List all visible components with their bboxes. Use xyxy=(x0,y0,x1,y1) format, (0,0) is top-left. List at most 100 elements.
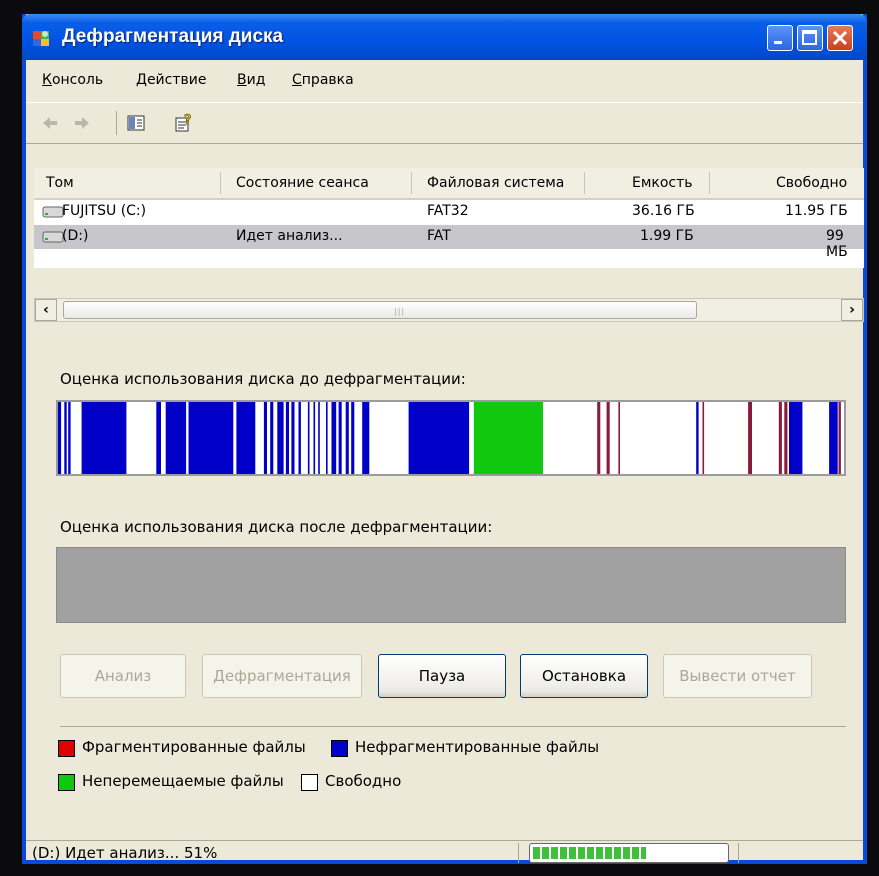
scroll-left-button[interactable]: ‹ xyxy=(35,299,57,321)
volume-free: 11.95 ГБ xyxy=(785,203,848,219)
disk-map-segment-contiguous xyxy=(408,402,470,474)
after-analysis-label: Оценка использования диска после дефрагм… xyxy=(60,518,493,536)
volume-capacity: 36.16 ГБ xyxy=(632,203,695,219)
horizontal-scrollbar[interactable]: ‹ ||| › xyxy=(34,298,864,322)
disk-map-segment-contiguous xyxy=(318,402,320,474)
legend-divider xyxy=(60,726,846,727)
help-icon[interactable]: ? xyxy=(174,113,194,133)
volume-fs: FAT xyxy=(427,228,451,244)
disk-map-segment-contiguous xyxy=(362,402,370,474)
disk-map-segment-contiguous xyxy=(68,402,71,474)
close-button[interactable] xyxy=(827,25,853,51)
disk-map-segment-contiguous xyxy=(351,402,355,474)
disk-map-segment-contiguous xyxy=(345,402,349,474)
disk-map-segment-contiguous xyxy=(285,402,289,474)
menu-bar: Консоль Действие Вид Справка xyxy=(26,60,863,103)
disk-map-segment-fragmented_bar xyxy=(597,402,601,474)
menu-help[interactable]: Справка xyxy=(292,72,354,88)
fragmented-swatch xyxy=(58,740,75,757)
disk-map-segment-fragmented_bar xyxy=(778,402,782,474)
disk-map-segment-contiguous xyxy=(165,402,187,474)
status-text: (D:) Идет анализ... 51% xyxy=(32,844,218,862)
column-divider[interactable] xyxy=(411,172,412,194)
disk-map-before-graphic xyxy=(58,402,841,474)
disk-map-segment-contiguous xyxy=(64,402,67,474)
defrag-app-icon xyxy=(33,31,49,46)
unmovable-swatch xyxy=(58,774,75,791)
hard-drive-icon xyxy=(42,231,64,243)
status-bar: (D:) Идет анализ... 51% xyxy=(26,840,863,865)
column-volume[interactable]: Том xyxy=(46,175,74,191)
scroll-right-button[interactable]: › xyxy=(841,299,863,321)
disk-map-segment-contiguous xyxy=(277,402,284,474)
disk-map-segment-fragmented_bar xyxy=(748,402,752,474)
maximize-icon xyxy=(802,30,817,45)
disk-map-segment-contiguous xyxy=(236,402,256,474)
menu-console[interactable]: Консоль xyxy=(42,72,103,88)
column-session-status[interactable]: Состояние сеанса xyxy=(236,175,369,191)
disk-map-before xyxy=(56,400,846,476)
svg-text:?: ? xyxy=(184,113,192,128)
column-free[interactable]: Свободно xyxy=(776,175,847,191)
window-title: Дефрагментация диска xyxy=(62,26,284,47)
disk-map-segment-contiguous xyxy=(270,402,274,474)
toolbar: ? xyxy=(26,103,863,144)
volume-row[interactable]: FUJITSU (C:) FAT32 36.16 ГБ 11.95 ГБ xyxy=(34,200,864,224)
disk-map-segment-contiguous xyxy=(313,402,316,474)
forward-arrow-icon[interactable] xyxy=(72,113,92,133)
analyze-button[interactable]: Анализ xyxy=(60,654,186,698)
stop-button[interactable]: Остановка xyxy=(520,654,648,698)
volume-name: (D:) xyxy=(62,228,89,244)
toolbar-separator xyxy=(116,111,117,135)
title-bar[interactable]: Дефрагментация диска xyxy=(22,14,867,60)
defragment-button[interactable]: Дефрагментация xyxy=(202,654,362,698)
show-hide-tree-icon[interactable] xyxy=(126,113,146,133)
minimize-button[interactable] xyxy=(767,25,793,51)
disk-map-segment-contiguous xyxy=(696,402,699,474)
legend-unmovable: Неперемещаемые файлы xyxy=(82,772,284,790)
disk-map-segment-contiguous xyxy=(81,402,127,474)
disk-map-segment-fragmented_bar xyxy=(838,402,841,474)
scrollbar-thumb[interactable]: ||| xyxy=(63,301,697,319)
minimize-icon xyxy=(774,41,782,44)
before-analysis-label: Оценка использования диска до дефрагмент… xyxy=(60,370,466,388)
column-file-system[interactable]: Файловая система xyxy=(427,175,564,191)
defrag-window: Дефрагментация диска Консоль Действие Ви… xyxy=(22,14,867,864)
volume-row-selected[interactable]: (D:) Идет анализ... FAT 1.99 ГБ 99 МБ xyxy=(34,225,864,260)
disk-map-segment-unmovable xyxy=(473,402,543,474)
disk-map-segment-fragmented_bar xyxy=(784,402,788,474)
status-divider xyxy=(518,843,519,863)
disk-map-segment-contiguous xyxy=(58,402,62,474)
disk-map-segment-contiguous xyxy=(829,402,838,474)
close-icon xyxy=(832,30,848,46)
disk-map-segment-contiguous xyxy=(298,402,301,474)
view-report-button[interactable]: Вывести отчет xyxy=(663,654,812,698)
column-capacity[interactable]: Емкость xyxy=(632,175,693,191)
column-divider[interactable] xyxy=(584,172,585,194)
disk-map-segment-contiguous xyxy=(188,402,234,474)
menu-view[interactable]: Вид xyxy=(237,72,265,88)
legend-contiguous: Нефрагментированные файлы xyxy=(355,738,600,756)
disk-map-segment-contiguous xyxy=(291,402,295,474)
maximize-button[interactable] xyxy=(797,25,823,51)
menu-action[interactable]: Действие xyxy=(136,72,206,88)
progress-fill xyxy=(533,847,646,859)
contiguous-swatch xyxy=(331,740,348,757)
disk-map-segment-contiguous xyxy=(263,402,267,474)
volume-name: FUJITSU (C:) xyxy=(62,203,147,219)
volume-free: 99 МБ xyxy=(826,228,848,260)
pause-button[interactable]: Пауза xyxy=(378,654,506,698)
volume-list[interactable]: Том Состояние сеанса Файловая система Ем… xyxy=(34,168,864,268)
disk-map-segment-fragmented_bar xyxy=(702,402,705,474)
volume-status: Идет анализ... xyxy=(236,228,343,244)
legend-fragmented: Фрагментированные файлы xyxy=(82,738,306,756)
disk-map-segment-contiguous xyxy=(789,402,803,474)
back-arrow-icon[interactable] xyxy=(40,113,60,133)
column-divider[interactable] xyxy=(709,172,710,194)
volume-fs: FAT32 xyxy=(427,203,469,219)
disk-map-segment-contiguous xyxy=(331,402,337,474)
legend-free: Свободно xyxy=(325,772,402,790)
column-divider[interactable] xyxy=(220,172,221,194)
volume-capacity: 1.99 ГБ xyxy=(640,228,694,244)
disk-map-after xyxy=(56,547,846,623)
